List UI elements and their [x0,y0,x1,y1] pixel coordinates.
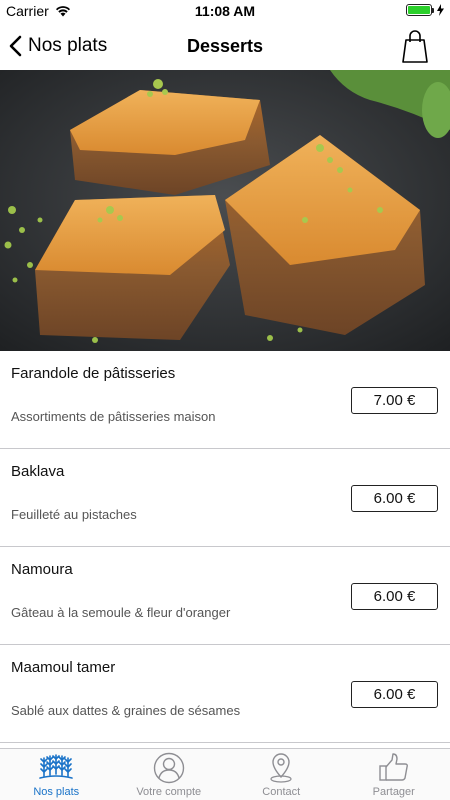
item-name: Baklava [11,463,65,480]
list-item[interactable]: Maamoul tamer Sablé aux dattes & graines… [0,645,450,743]
item-name: Farandole de pâtisseries [11,365,176,382]
tab-contact[interactable]: Contact [225,749,338,800]
price-button[interactable]: 6.00 € [351,681,438,708]
thumbs-up-icon [379,753,408,781]
shopping-bag-icon [402,30,428,63]
user-icon [153,752,184,784]
price-button[interactable]: 6.00 € [351,485,438,512]
item-name: Maamoul tamer [11,659,116,676]
list-item[interactable]: Farandole de pâtisseries Assortiments de… [0,351,450,449]
item-description: Feuilleté au pistaches [11,507,137,522]
item-description: Gâteau à la semoule & fleur d'oranger [11,605,231,620]
item-name: Namoura [11,561,73,578]
price-button[interactable]: 7.00 € [351,387,438,414]
tab-label: Nos plats [33,786,80,798]
map-pin-icon [270,753,292,783]
tab-label: Partager [372,786,415,798]
shopping-bag-button[interactable] [400,28,430,64]
page-title: Desserts [186,36,264,56]
battery-icon [406,4,444,16]
status-time: 11:08 AM [194,3,256,19]
item-description: Sablé aux dattes & graines de sésames [11,703,241,718]
item-description: Assortiments de pâtisseries maison [11,409,216,424]
tab-bar: Nos plats Votre compte Contact Partager [0,748,450,800]
list-item[interactable]: Baklava Feuilleté au pistaches 6.00 € [0,449,450,547]
status-bar: Carrier 11:08 AM [0,0,450,22]
tab-partager[interactable]: Partager [338,749,450,800]
dessert-hero-image [0,70,450,351]
wheat-icon [39,754,74,779]
tab-label: Contact [262,786,301,798]
tab-votre-compte[interactable]: Votre compte [113,749,226,800]
charging-bolt-icon [437,4,444,16]
price-button[interactable]: 6.00 € [351,583,438,610]
tab-label: Votre compte [136,786,202,798]
dessert-list: Farandole de pâtisseries Assortiments de… [0,351,450,743]
list-item[interactable]: Namoura Gâteau à la semoule & fleur d'or… [0,547,450,645]
navigation-bar: Nos plats Desserts [0,22,450,70]
tab-nos-plats[interactable]: Nos plats [0,749,113,800]
